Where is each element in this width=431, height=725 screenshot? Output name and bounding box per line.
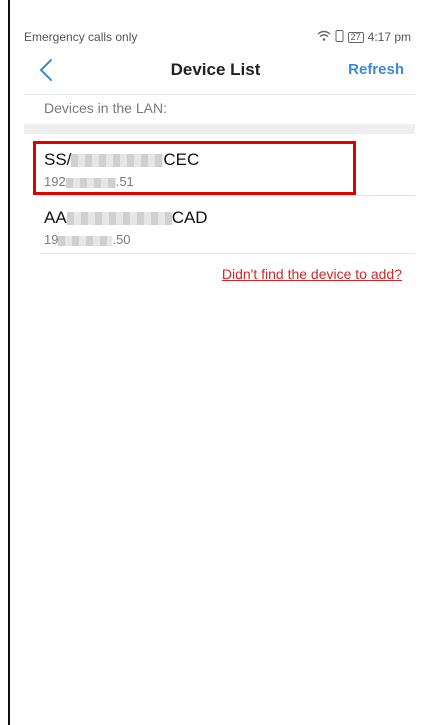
device-ip: 19.50 <box>44 232 131 247</box>
carrier-text: Emergency calls only <box>24 30 138 44</box>
device-not-found-link[interactable]: Didn't find the device to add? <box>222 266 402 282</box>
redacted-mosaic <box>58 235 113 246</box>
device-name-prefix: AA <box>44 208 67 227</box>
navigation-bar: Device List Refresh <box>24 55 407 85</box>
page-title: Device List <box>170 60 261 79</box>
status-bar: Emergency calls only 27 4:17 pm <box>24 29 411 45</box>
device-name: AA CAD <box>44 208 208 228</box>
battery-icon: 27 <box>347 31 364 43</box>
section-separator <box>24 124 415 134</box>
row-divider <box>40 253 415 254</box>
device-item-2[interactable]: AA CAD 19.50 <box>30 196 415 254</box>
section-label: Devices in the LAN: <box>44 100 167 116</box>
status-icons: 27 4:17 pm <box>317 29 411 45</box>
redacted-mosaic <box>66 212 172 226</box>
phone-icon <box>335 29 344 45</box>
header-divider <box>24 94 415 95</box>
left-border <box>8 0 10 725</box>
device-ip-suffix: .50 <box>112 232 131 247</box>
status-time: 4:17 pm <box>367 30 411 44</box>
device-name-suffix: CAD <box>171 208 208 227</box>
wifi-icon <box>317 30 331 45</box>
device-ip-prefix: 19 <box>44 232 59 247</box>
highlight-box <box>33 141 356 195</box>
chevron-left-icon[interactable] <box>34 57 58 83</box>
refresh-button[interactable]: Refresh <box>348 61 404 78</box>
